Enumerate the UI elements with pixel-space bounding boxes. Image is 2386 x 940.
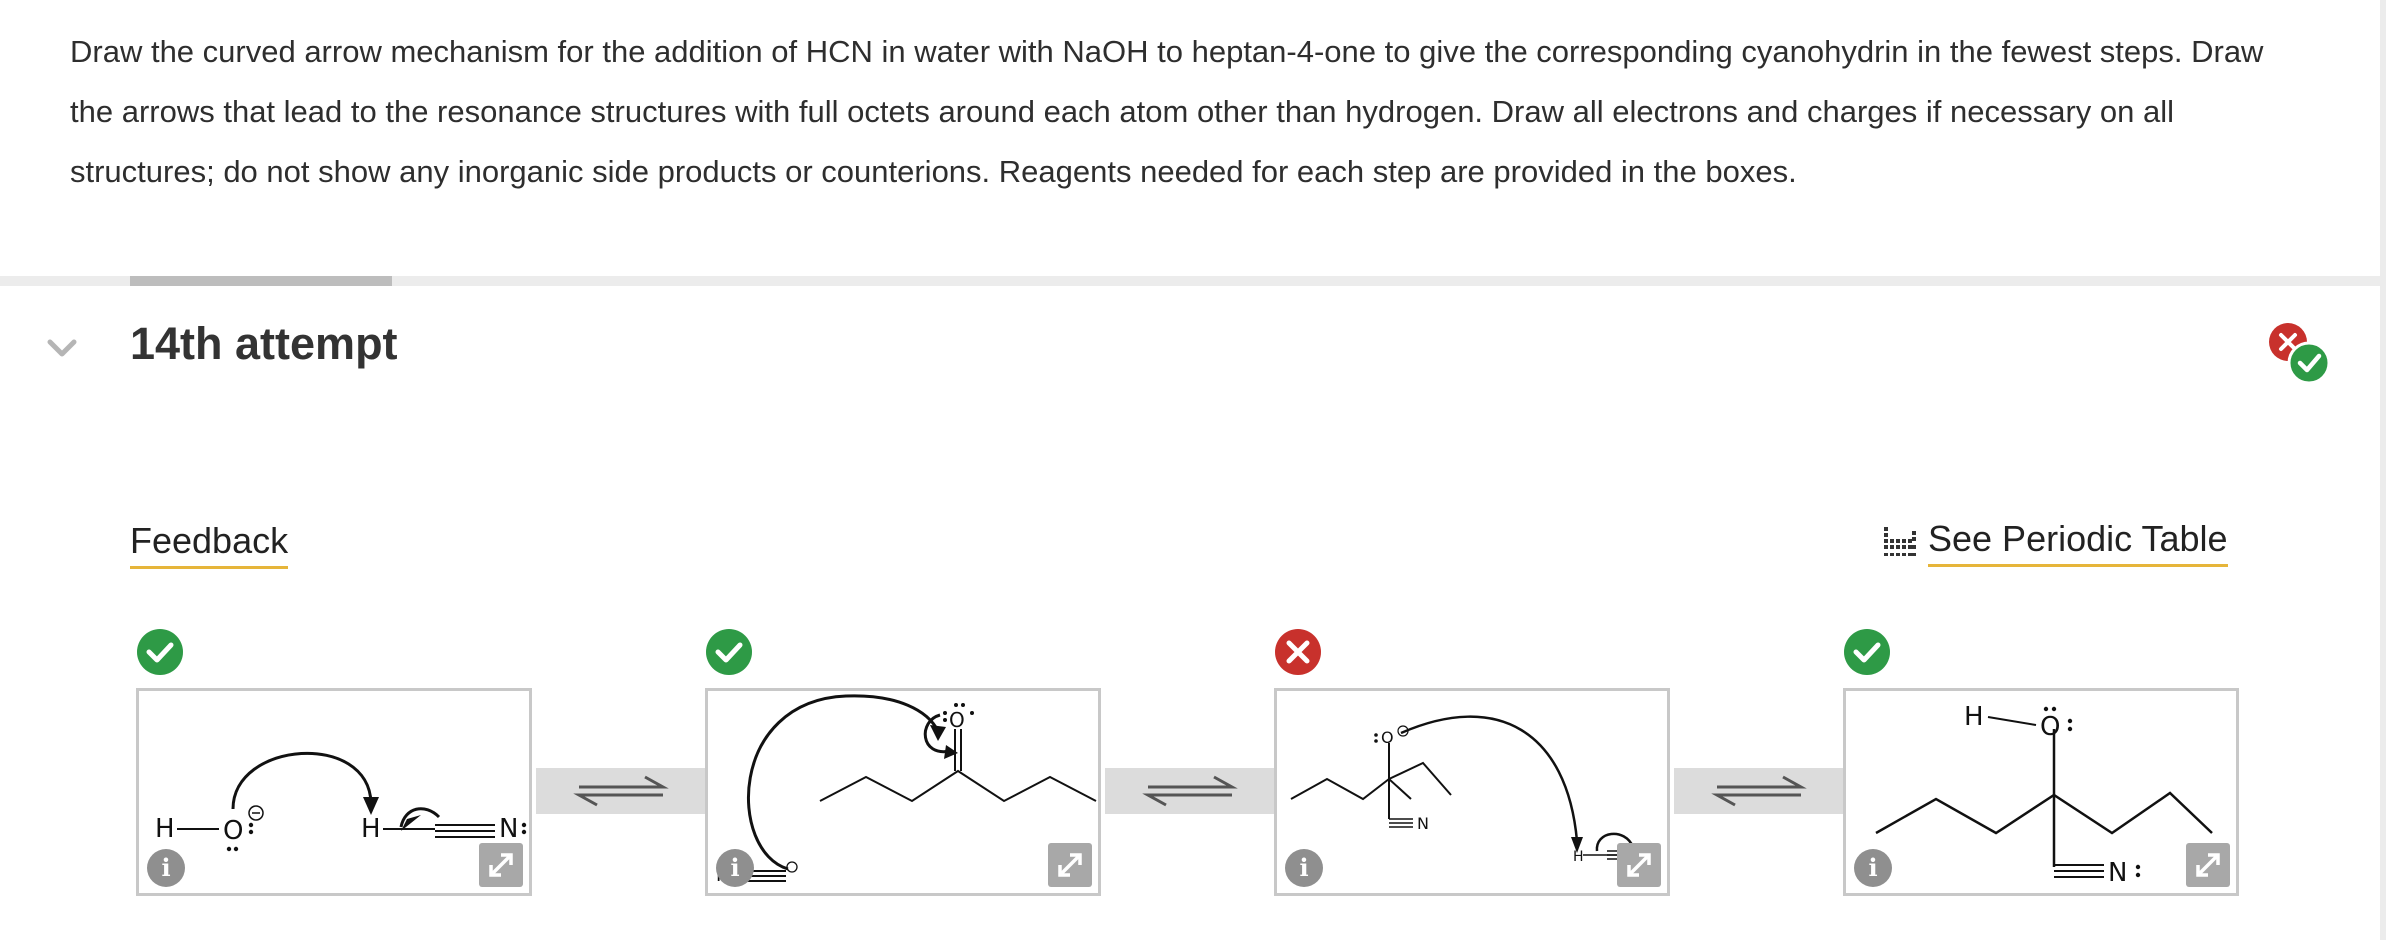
equilibrium-arrow-3 <box>1674 768 1844 814</box>
info-icon[interactable]: i <box>716 849 754 887</box>
equilibrium-icon <box>573 775 669 807</box>
atom-label: N <box>1417 814 1429 833</box>
atom-label: O <box>949 708 965 732</box>
step-4-structure: H O N <box>1875 702 2213 888</box>
expand-icon[interactable] <box>479 843 523 887</box>
equilibrium-icon <box>1711 775 1807 807</box>
atom-label: O <box>223 816 243 846</box>
step-2-correct-icon <box>706 629 752 675</box>
equilibrium-arrow-2 <box>1105 768 1275 814</box>
info-icon[interactable]: i <box>1285 849 1323 887</box>
step-3-structure: O N H <box>1290 715 1657 865</box>
right-border <box>2380 0 2386 940</box>
expand-icon[interactable] <box>2186 843 2230 887</box>
atom-label: N <box>499 814 518 844</box>
atom-label: N <box>2108 858 2127 888</box>
periodic-table-link[interactable]: See Periodic Table <box>1882 518 2228 567</box>
partial-status-icon <box>2269 323 2330 384</box>
atom-label: H <box>1964 702 1984 732</box>
mechanism-step-3[interactable]: O N H i <box>1274 688 1670 896</box>
step-2-structure: O N <box>716 694 1097 886</box>
mechanism-step-2[interactable]: O N i <box>705 688 1101 896</box>
attempt-progress-bar <box>130 276 392 286</box>
question-text: Draw the curved arrow mechanism for the … <box>70 34 2264 189</box>
atom-label: O <box>2040 712 2060 742</box>
equilibrium-arrow-1 <box>536 768 706 814</box>
atom-label: H <box>155 814 175 844</box>
expand-icon[interactable] <box>1617 843 1661 887</box>
atom-label: O <box>1381 728 1394 747</box>
atom-label: H <box>1573 849 1584 865</box>
mechanism-step-4[interactable]: H O N i <box>1843 688 2239 896</box>
step-1-structure: H O H N <box>155 751 527 852</box>
step-3-incorrect-icon <box>1275 629 1321 675</box>
info-icon[interactable]: i <box>147 849 185 887</box>
step-1-correct-icon <box>137 629 183 675</box>
step-4-correct-icon <box>1844 629 1890 675</box>
feedback-link[interactable]: Feedback <box>130 520 289 569</box>
chevron-down-icon[interactable] <box>44 330 80 366</box>
periodic-table-icon <box>1884 526 1916 556</box>
periodic-table-label: See Periodic Table <box>1928 518 2228 567</box>
info-icon[interactable]: i <box>1854 849 1892 887</box>
mechanism-step-1[interactable]: H O H N i <box>136 688 532 896</box>
atom-label: H <box>361 814 381 844</box>
expand-icon[interactable] <box>1048 843 1092 887</box>
attempt-title: 14th attempt <box>130 318 398 369</box>
equilibrium-icon <box>1142 775 1238 807</box>
